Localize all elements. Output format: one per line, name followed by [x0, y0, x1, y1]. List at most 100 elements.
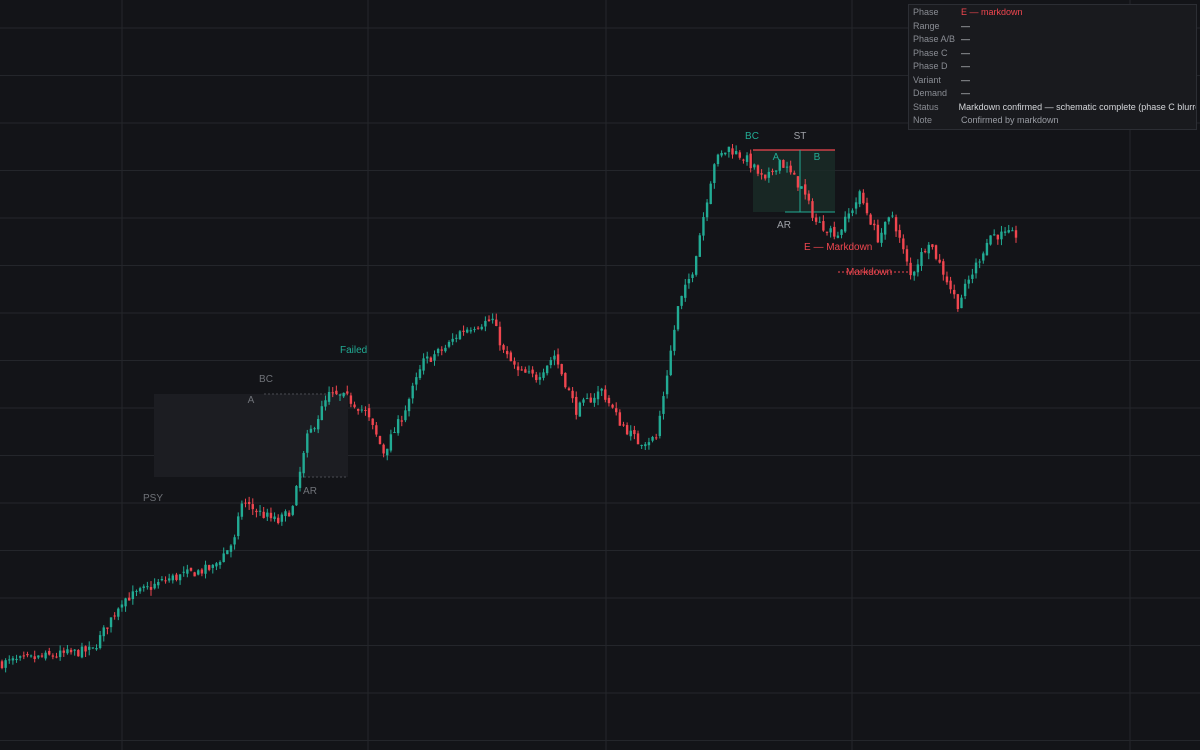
candle-body	[462, 330, 465, 332]
candle-body	[415, 377, 418, 385]
candle-body	[836, 235, 840, 238]
candle	[658, 410, 662, 439]
candle	[160, 576, 164, 582]
candle	[654, 433, 658, 440]
candle	[200, 568, 204, 577]
candle-body	[88, 646, 91, 650]
candle-body	[902, 238, 905, 250]
info-row: Phase D —	[909, 60, 1196, 74]
candle	[942, 258, 945, 281]
candle	[142, 584, 145, 592]
candle-body	[404, 410, 407, 421]
candle	[629, 425, 632, 441]
candle-body	[69, 649, 73, 653]
candle-body	[524, 369, 527, 373]
annotation-label: AR	[303, 486, 317, 497]
candle-body	[182, 571, 185, 573]
candle-body	[851, 210, 854, 214]
candle-body	[447, 341, 451, 347]
wyckoff-info-panel: Phase E — markdown Range — Phase A/B — Phase C…	[908, 4, 1197, 130]
candle	[607, 395, 611, 407]
candle	[131, 585, 135, 605]
candle	[73, 648, 76, 656]
candle-body	[938, 259, 941, 263]
candle	[273, 512, 276, 522]
candle-body	[967, 279, 970, 284]
candle	[502, 343, 505, 353]
candle-body	[186, 569, 189, 574]
candle-body	[316, 418, 320, 430]
candle-body	[473, 329, 476, 331]
candle	[88, 641, 91, 656]
candle-body	[945, 276, 949, 283]
candle	[117, 607, 120, 621]
candle-body	[498, 326, 502, 346]
candle	[469, 327, 473, 334]
candle-body	[222, 553, 225, 563]
info-row: Phase A/B —	[909, 33, 1196, 47]
info-value: E — markdown	[961, 7, 1023, 17]
candle-body	[560, 364, 563, 375]
candle	[567, 386, 571, 391]
candle	[44, 650, 47, 661]
candle-body	[542, 372, 545, 378]
candle	[894, 214, 898, 237]
candle	[949, 276, 952, 294]
info-row: Variant —	[909, 74, 1196, 88]
candle-body	[200, 569, 204, 574]
candle-body	[436, 349, 440, 353]
candle-body	[978, 261, 981, 263]
candle-body	[738, 152, 741, 158]
candle	[218, 560, 222, 569]
candle-body	[676, 306, 680, 330]
candle	[713, 163, 716, 189]
candle-body	[640, 444, 643, 446]
candle	[375, 421, 378, 437]
candle-body	[109, 617, 113, 628]
candle-body	[942, 261, 945, 275]
candle-body	[157, 581, 160, 586]
candle-body	[338, 394, 342, 396]
candle-body	[335, 390, 338, 394]
candle-body	[233, 537, 236, 545]
candle-body	[843, 216, 847, 232]
info-key: Variant	[913, 74, 941, 85]
candle-body	[727, 146, 731, 152]
candle	[58, 645, 62, 661]
candle-body	[535, 374, 538, 381]
candle-body	[153, 583, 156, 589]
candle-body	[429, 357, 433, 362]
candle-body	[971, 274, 974, 279]
candle	[858, 189, 861, 208]
candle	[269, 507, 273, 522]
candle-body	[785, 166, 789, 168]
annotation-label: BC	[745, 131, 759, 142]
candle-body	[327, 391, 331, 402]
candle	[171, 573, 175, 584]
candle	[982, 251, 985, 264]
candle-body	[175, 574, 178, 580]
info-key: Phase C	[913, 47, 948, 58]
candle	[244, 498, 247, 508]
candle-body	[309, 428, 313, 433]
candle	[207, 564, 211, 572]
candle-body	[876, 224, 880, 243]
annotation-label: ST	[794, 131, 807, 142]
candle-body	[371, 418, 374, 425]
annotation-label: BC	[259, 374, 273, 385]
candle	[640, 444, 643, 449]
candle	[829, 225, 832, 238]
candle	[29, 654, 33, 658]
candle-body	[807, 193, 811, 201]
candle	[455, 334, 458, 343]
candle	[491, 313, 494, 324]
candle	[662, 391, 665, 420]
candle-body	[880, 232, 883, 243]
candle-body	[894, 217, 898, 232]
candle-body	[1011, 230, 1014, 232]
candle	[237, 512, 240, 540]
candle	[967, 275, 970, 289]
candle-body	[491, 318, 494, 321]
candle	[426, 351, 429, 364]
candle	[433, 350, 436, 366]
